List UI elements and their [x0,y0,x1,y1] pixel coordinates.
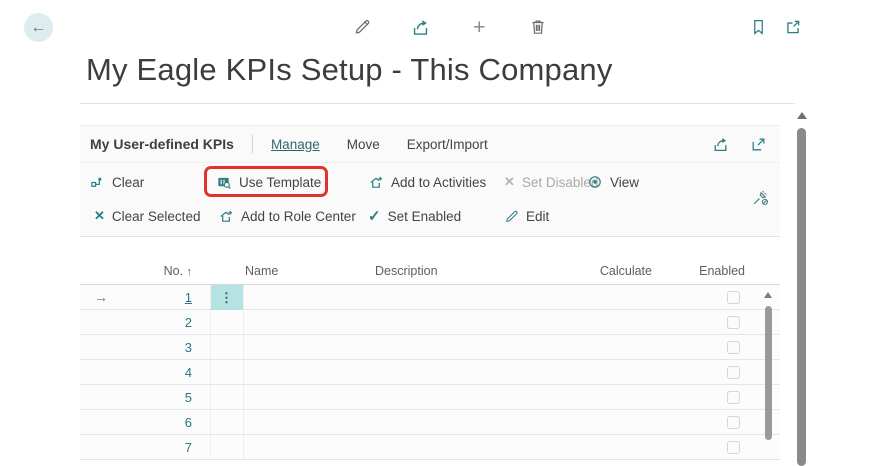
column-divider [243,335,244,359]
column-divider [210,310,211,334]
edit-pencil-icon[interactable] [352,17,372,37]
table-row[interactable]: → 4 ⋮ [80,360,780,385]
column-divider [210,385,211,409]
expand-icon[interactable] [748,134,768,154]
menu-item-move[interactable]: Move [347,137,380,152]
row-number-link[interactable]: 4 [80,365,192,380]
check-icon: ✓ [368,207,381,225]
scroll-up-arrow-icon[interactable] [764,292,772,298]
column-header-no[interactable]: No. ↑ [80,264,192,278]
back-arrow-icon: ← [31,19,47,37]
edit-pencil-icon [504,209,519,224]
share-icon[interactable] [411,17,431,37]
column-divider [210,435,211,459]
set-disabled-button: ✕ Set Disabled [504,171,598,193]
enabled-checkbox[interactable] [727,391,740,404]
x-icon: ✕ [504,174,515,190]
home-add-icon [218,209,234,224]
table-row[interactable]: → 3 ⋮ [80,335,780,360]
column-divider [243,360,244,384]
column-header-name[interactable]: Name [245,264,278,278]
back-button[interactable]: ← [24,13,53,42]
template-icon [216,175,232,190]
sort-ascending-icon: ↑ [187,266,193,278]
row-number-link[interactable]: 7 [80,440,192,455]
open-in-new-window-icon[interactable] [783,17,803,37]
clear-button[interactable]: Clear [90,171,144,193]
list-part-header: My User-defined KPIs Manage Move Export/… [80,125,780,163]
column-divider [210,410,211,434]
clear-icon [90,175,105,190]
row-number-link[interactable]: 1 [80,290,192,305]
scroll-up-arrow-icon[interactable] [797,112,807,119]
column-header-calculate[interactable]: Calculate [552,264,652,278]
enabled-checkbox[interactable] [727,366,740,379]
home-add-icon [368,175,384,190]
add-to-activities-button[interactable]: Add to Activities [368,171,486,193]
page-title: My Eagle KPIs Setup - This Company [86,52,613,88]
enabled-checkbox[interactable] [727,416,740,429]
table-header: No. ↑ Name Description Calculate Enabled [80,258,780,285]
column-divider [210,285,211,309]
action-bar: Clear Use Template Add to Activities ✕ S… [80,163,780,237]
unpin-icon[interactable] [751,188,770,207]
row-number-link[interactable]: 2 [80,315,192,330]
table-row[interactable]: → 5 ⋮ [80,385,780,410]
view-button[interactable]: View [587,171,639,193]
eye-icon [587,174,603,190]
use-template-button[interactable]: Use Template [216,171,321,193]
table-scrollbar[interactable] [764,258,773,466]
column-divider [210,335,211,359]
page-scrollbar[interactable] [796,104,807,466]
add-to-role-center-button[interactable]: Add to Role Center [218,205,356,227]
row-number-link[interactable]: 5 [80,390,192,405]
table-row[interactable]: → 2 ⋮ [80,310,780,335]
enabled-checkbox[interactable] [727,316,740,329]
bookmark-icon[interactable] [748,17,768,37]
column-divider [243,310,244,334]
enabled-checkbox[interactable] [727,441,740,454]
column-divider [243,385,244,409]
table-row[interactable]: → 6 ⋮ [80,410,780,435]
x-icon: ✕ [94,208,105,224]
share-icon[interactable] [710,134,730,154]
divider [80,103,795,104]
menu-item-manage[interactable]: Manage [271,137,320,152]
kpi-list-part: My User-defined KPIs Manage Move Export/… [80,125,780,237]
menu-item-export-import[interactable]: Export/Import [407,137,488,152]
table-row[interactable]: → 1 ⋮ [80,285,780,310]
divider [252,135,253,153]
column-header-description[interactable]: Description [375,264,438,278]
set-enabled-button[interactable]: ✓ Set Enabled [368,205,461,227]
edit-button[interactable]: Edit [504,205,549,227]
row-number-link[interactable]: 3 [80,340,192,355]
row-number-link[interactable]: 6 [80,415,192,430]
enabled-checkbox[interactable] [727,291,740,304]
kpi-table: No. ↑ Name Description Calculate Enabled… [80,258,780,460]
enabled-checkbox[interactable] [727,341,740,354]
table-row[interactable]: → 7 ⋮ [80,435,780,460]
page-action-icons: + [352,17,548,37]
ellipsis-icon: ⋮ [220,290,233,306]
scrollbar-thumb[interactable] [797,128,806,466]
scrollbar-thumb[interactable] [765,306,772,440]
selected-cell[interactable]: ⋮ [210,285,243,310]
page-utility-icons [748,17,803,37]
table-body: → 1 ⋮ → 2 ⋮ → 3 ⋮ → 4 ⋮ → 5 [80,285,780,460]
delete-trash-icon[interactable] [528,17,548,37]
column-header-enabled[interactable]: Enabled [665,264,745,278]
new-plus-icon[interactable]: + [469,17,489,37]
list-part-title: My User-defined KPIs [90,136,234,152]
clear-selected-button[interactable]: ✕ Clear Selected [94,205,200,227]
column-divider [243,285,244,309]
column-divider [243,435,244,459]
column-divider [210,360,211,384]
column-divider [243,410,244,434]
